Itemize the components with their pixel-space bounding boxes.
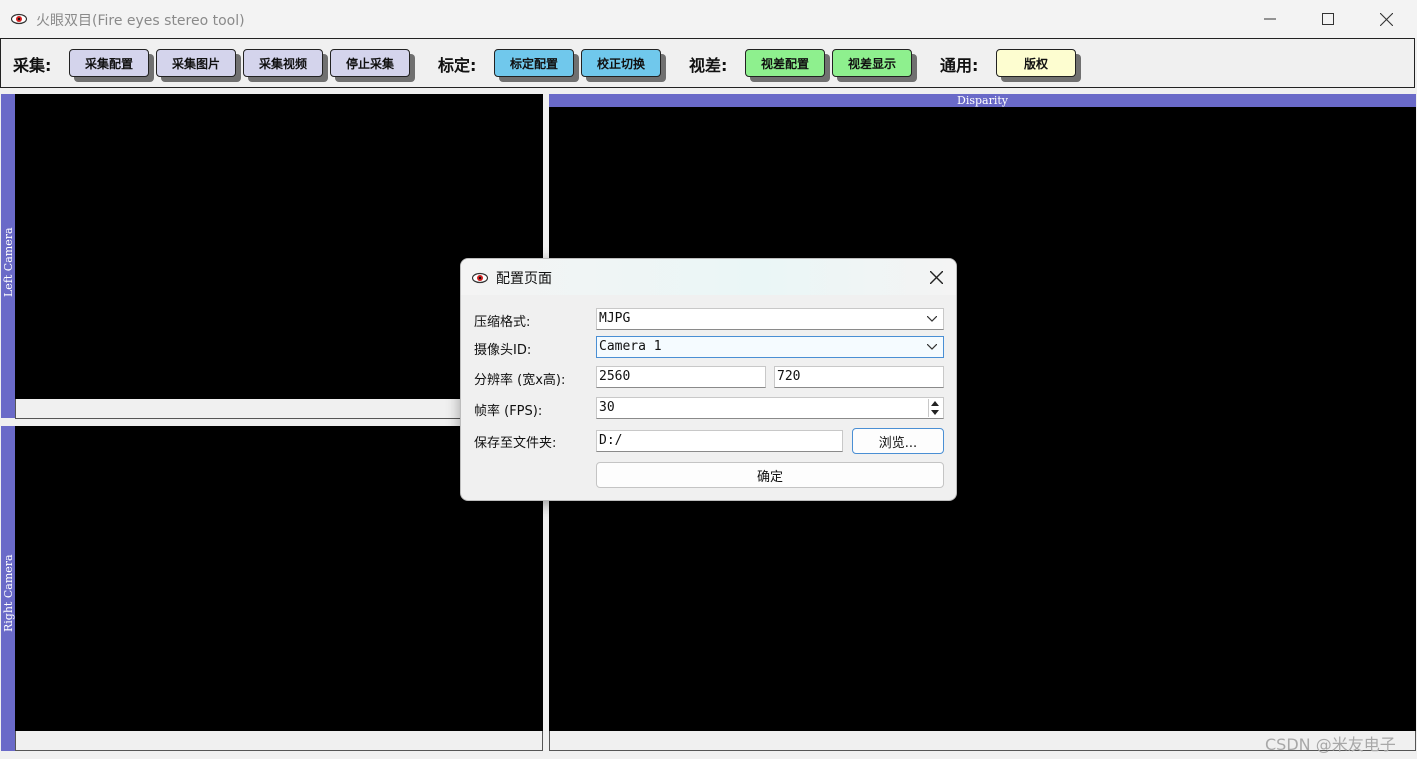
maximize-icon — [1322, 13, 1334, 25]
disparity-label: Disparity — [957, 94, 1008, 107]
eye-icon — [11, 13, 27, 25]
capture-group-label: 采集: — [13, 56, 52, 75]
rectify-switch-button[interactable]: 校正切换 — [581, 49, 661, 77]
format-value: MJPG — [599, 311, 631, 326]
fps-value: 30 — [599, 400, 615, 415]
browse-button[interactable]: 浏览... — [852, 428, 944, 454]
chevron-down-icon — [927, 344, 937, 350]
fps-label: 帧率 (FPS): — [474, 404, 543, 419]
fps-stepper[interactable] — [928, 399, 942, 417]
folder-label: 保存至文件夹: — [474, 436, 557, 451]
camera-select[interactable]: Camera 1 — [596, 336, 944, 358]
left-camera-tab: Left Camera — [1, 94, 15, 418]
format-select[interactable]: MJPG — [596, 308, 944, 330]
chevron-down-icon — [927, 316, 937, 322]
height-input[interactable]: 720 — [774, 366, 944, 388]
calib-group-label: 标定: — [438, 56, 477, 75]
arrow-down-icon[interactable] — [931, 410, 939, 415]
dialog-title: 配置页面 — [496, 271, 552, 287]
copyright-button[interactable]: 版权 — [996, 49, 1076, 77]
disparity-config-button[interactable]: 视差配置 — [745, 49, 825, 77]
window-title: 火眼双目(Fire eyes stereo tool) — [36, 13, 245, 29]
confirm-button[interactable]: 确定 — [596, 462, 944, 488]
camera-label: 摄像头ID: — [474, 343, 532, 358]
close-icon — [929, 270, 943, 284]
eye-icon — [472, 272, 488, 284]
watermark: CSDN @米友电子 — [1265, 735, 1396, 754]
maximize-button[interactable] — [1299, 0, 1357, 38]
title-bar: 火眼双目(Fire eyes stereo tool) — [0, 0, 1417, 38]
disparity-tab: Disparity — [549, 94, 1416, 107]
disparity-group-label: 视差: — [689, 56, 728, 75]
minimize-icon — [1264, 18, 1276, 20]
right-camera-label: Right Camera — [2, 554, 15, 632]
format-label: 压缩格式: — [474, 315, 531, 330]
calib-config-button[interactable]: 标定配置 — [494, 49, 574, 77]
minimize-button[interactable] — [1241, 0, 1299, 38]
dialog-title-bar: 配置页面 — [461, 259, 956, 295]
fps-spinbox[interactable]: 30 — [596, 397, 944, 419]
camera-value: Camera 1 — [599, 339, 662, 354]
capture-video-button[interactable]: 采集视频 — [243, 49, 323, 77]
dialog-close-button[interactable] — [923, 265, 949, 289]
right-camera-tab: Right Camera — [1, 426, 15, 751]
capture-config-button[interactable]: 采集配置 — [69, 49, 149, 77]
close-icon — [1379, 12, 1393, 26]
stop-capture-button[interactable]: 停止采集 — [330, 49, 410, 77]
disparity-show-button[interactable]: 视差显示 — [832, 49, 912, 77]
arrow-up-icon[interactable] — [931, 401, 939, 406]
right-camera-footer — [15, 731, 543, 751]
capture-image-button[interactable]: 采集图片 — [156, 49, 236, 77]
width-input[interactable]: 2560 — [596, 366, 766, 388]
resolution-label: 分辨率 (宽x高): — [474, 373, 566, 388]
left-camera-label: Left Camera — [2, 227, 15, 297]
general-group-label: 通用: — [940, 56, 979, 75]
config-dialog: 配置页面 压缩格式: MJPG 摄像头ID: Camera 1 分辨率 (宽x高… — [460, 258, 957, 501]
folder-input[interactable]: D:/ — [596, 430, 843, 452]
close-button[interactable] — [1357, 0, 1415, 38]
